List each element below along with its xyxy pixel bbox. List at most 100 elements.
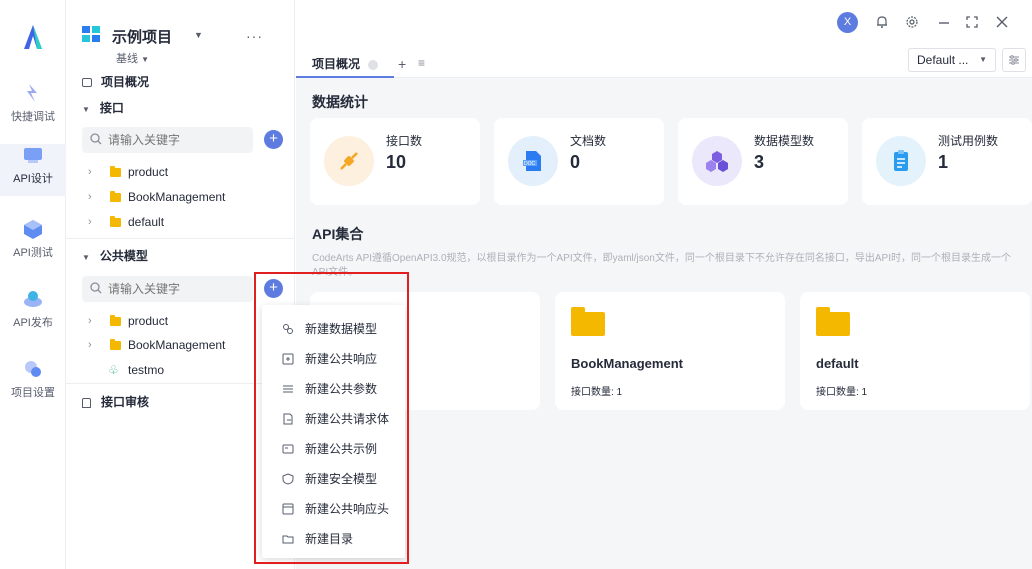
tab-bar: 项目概况 + ≡ Default ... ▼ xyxy=(296,42,1032,78)
search-icon xyxy=(90,282,102,294)
add-model-button[interactable]: + xyxy=(264,279,283,298)
maximize-icon[interactable] xyxy=(964,14,980,30)
chevron-right-icon: › xyxy=(88,166,92,178)
chevron-right-icon: › xyxy=(88,191,92,203)
menu-item-new-data-model[interactable]: 新建数据模型 xyxy=(262,314,405,344)
chevron-right-icon: › xyxy=(88,315,92,327)
minimize-icon[interactable] xyxy=(936,14,952,30)
add-interface-button[interactable]: + xyxy=(264,130,283,149)
tree-item-label: 项目概况 xyxy=(101,75,150,89)
collections-title: API集合 xyxy=(312,226,364,242)
doc-icon: DOC xyxy=(523,151,541,171)
collection-card[interactable]: BookManagement 接口数量: 1 xyxy=(555,292,785,410)
menu-item-label: 新建安全模型 xyxy=(305,472,378,486)
tree-section-label: 公共模型 xyxy=(99,249,148,263)
menu-item-new-request-body[interactable]: 新建公共请求体 xyxy=(262,404,405,434)
menu-item-new-params[interactable]: 新建公共参数 xyxy=(262,374,405,404)
rail-item-label: 快捷调试 xyxy=(11,111,55,123)
search-input[interactable] xyxy=(108,276,248,302)
rail-item-quick-debug[interactable]: 快捷调试 xyxy=(0,82,66,134)
tab-list-icon[interactable]: ≡ xyxy=(418,56,425,70)
cubes-icon xyxy=(706,151,728,172)
tree-folder-label: product xyxy=(128,314,169,328)
more-icon[interactable]: ··· xyxy=(246,28,263,44)
environment-select[interactable]: Default ... ▼ xyxy=(908,48,996,72)
rail-item-api-design[interactable]: API设计 xyxy=(0,144,66,196)
new-item-menu: 新建数据模型 新建公共响应 新建公共参数 新建公共请求体 新建公共示例 新建安全… xyxy=(262,305,405,558)
menu-item-new-folder[interactable]: 新建目录 xyxy=(262,524,405,554)
stat-label: 文档数 xyxy=(570,134,607,148)
close-icon[interactable] xyxy=(994,14,1010,30)
tree-model-label: testmo xyxy=(128,363,165,377)
stat-value: 3 xyxy=(754,152,765,172)
svg-text:DOC: DOC xyxy=(524,161,536,167)
model-icon: ♧ xyxy=(108,363,119,377)
menu-item-label: 新建公共请求体 xyxy=(305,412,390,426)
folder-icon xyxy=(110,339,121,350)
rail-item-label: 项目设置 xyxy=(11,387,55,399)
chevron-down-icon: ▼ xyxy=(82,105,90,114)
rail-item-label: API发布 xyxy=(13,317,53,329)
tree-item-review[interactable]: 接口审核 xyxy=(82,392,149,412)
stat-card-testcases[interactable]: 测试用例数 1 xyxy=(862,118,1032,205)
interface-search[interactable] xyxy=(82,127,253,153)
overview-icon xyxy=(82,78,92,88)
menu-item-label: 新建公共响应 xyxy=(305,352,378,366)
rail-item-api-test[interactable]: API测试 xyxy=(0,218,66,270)
stat-value: 0 xyxy=(570,152,581,172)
close-icon[interactable] xyxy=(368,59,379,70)
folder-icon xyxy=(571,307,605,336)
menu-item-label: 新建目录 xyxy=(305,532,354,546)
quick-debug-icon xyxy=(27,84,37,102)
menu-item-new-response[interactable]: 新建公共响应 xyxy=(262,344,405,374)
project-name: 示例项目 xyxy=(112,29,173,46)
chevron-down-icon: ▼ xyxy=(141,55,149,64)
menu-item-new-response-header[interactable]: 新建公共响应头 xyxy=(262,494,405,524)
search-icon xyxy=(90,133,102,145)
folder-icon xyxy=(110,191,121,202)
stat-label: 接口数 xyxy=(386,134,423,148)
model-search[interactable] xyxy=(82,276,253,302)
bell-icon[interactable] xyxy=(874,14,890,30)
tree-item-overview[interactable]: 项目概况 xyxy=(82,72,149,92)
tree-section-interfaces[interactable]: ▼ 接口 xyxy=(82,98,124,118)
stat-value: 1 xyxy=(938,152,949,172)
add-tab-icon[interactable]: + xyxy=(398,56,406,72)
tree-folder-label: default xyxy=(128,215,165,229)
model-icon xyxy=(283,324,293,334)
nav-rail: 快捷调试 API设计 API测试 API发布 项目设置 xyxy=(0,0,66,569)
rail-item-project-settings[interactable]: 项目设置 xyxy=(0,358,66,410)
folder-icon xyxy=(110,315,121,326)
tree-section-models[interactable]: ▼ 公共模型 xyxy=(82,246,148,266)
search-input[interactable] xyxy=(108,127,248,153)
stat-card-interfaces[interactable]: 接口数 10 xyxy=(310,118,480,205)
folder-icon xyxy=(816,307,850,336)
tree-item-label: 接口审核 xyxy=(101,395,150,409)
avatar[interactable]: X xyxy=(837,12,858,33)
baseline-selector[interactable]: 基线 ▼ xyxy=(116,50,149,66)
environment-settings-button[interactable] xyxy=(1002,48,1026,72)
divider xyxy=(66,383,295,384)
rail-item-api-publish[interactable]: API发布 xyxy=(0,288,66,340)
gear-icon[interactable] xyxy=(904,14,920,30)
params-icon xyxy=(283,385,293,393)
collection-name: BookManagement xyxy=(571,356,683,371)
api-design-icon xyxy=(24,148,42,163)
stat-card-models[interactable]: 数据模型数 3 xyxy=(678,118,848,205)
stat-label: 测试用例数 xyxy=(938,134,999,148)
tab-overview[interactable]: 项目概况 xyxy=(296,50,395,78)
top-bar: X xyxy=(296,0,1032,42)
chevron-down-icon: ▼ xyxy=(194,30,203,40)
collections-description: CodeArts API遵循OpenAPI3.0规范，以根目录作为一个API文件… xyxy=(312,253,1011,278)
app-logo-icon[interactable] xyxy=(18,22,48,52)
collection-card[interactable]: default 接口数量: 1 xyxy=(800,292,1030,410)
response-header-icon xyxy=(282,503,294,515)
project-settings-icon xyxy=(25,361,41,377)
stat-card-docs[interactable]: DOC 文档数 0 xyxy=(494,118,664,205)
menu-item-new-example[interactable]: 新建公共示例 xyxy=(262,434,405,464)
tree-folder-label: BookManagement xyxy=(128,190,226,204)
clipboard-icon xyxy=(894,150,908,171)
chevron-right-icon: › xyxy=(88,216,92,228)
response-icon xyxy=(282,353,294,365)
menu-item-new-security-model[interactable]: 新建安全模型 xyxy=(262,464,405,494)
